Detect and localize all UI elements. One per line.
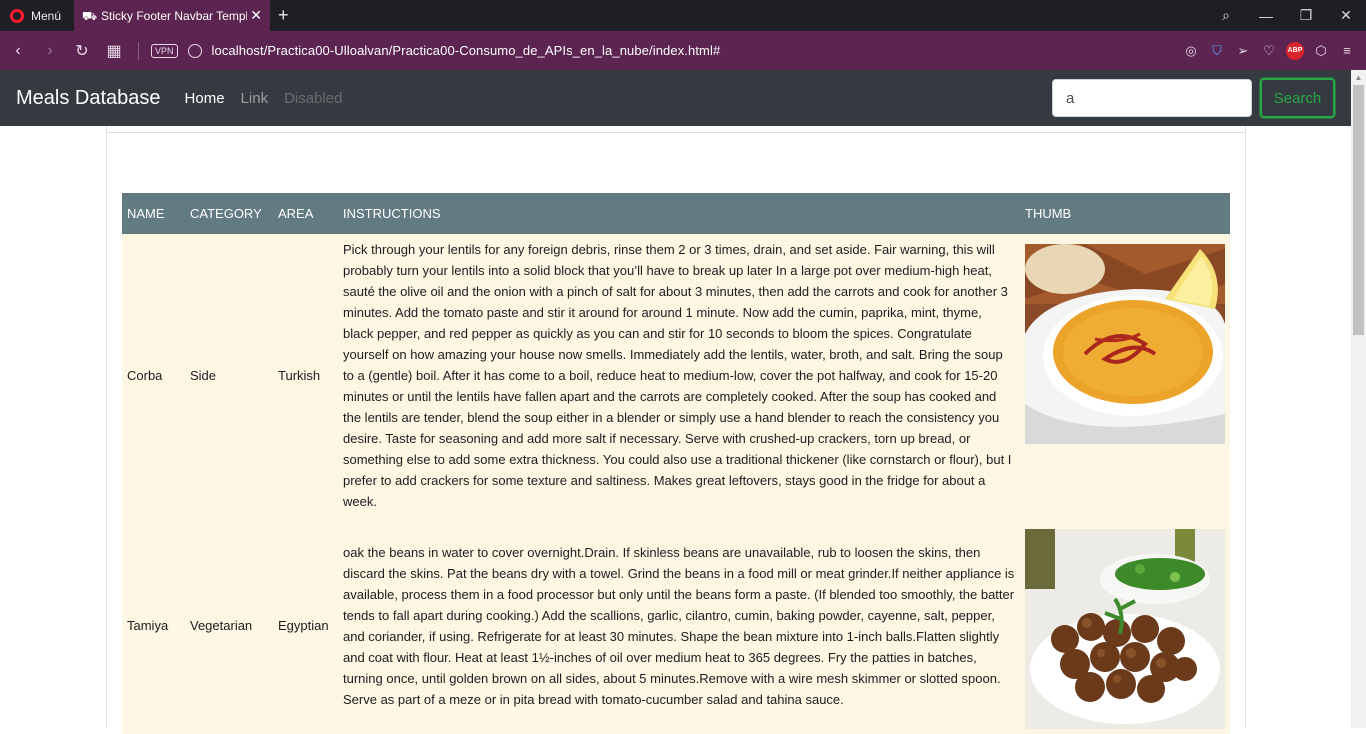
- table-row: Corba Side Turkish Pick through your len…: [122, 234, 1230, 517]
- tab-close-icon[interactable]: ✕: [250, 8, 262, 22]
- meal-instructions: oak the beans in water to cover overnigh…: [343, 544, 1015, 707]
- meal-thumb-cell: [1020, 517, 1230, 734]
- column-header-area: AREA: [273, 193, 338, 234]
- table-header-row: NAME CATEGORY AREA INSTRUCTIONS THUMB: [122, 193, 1230, 234]
- close-window-icon[interactable]: ✕: [1326, 7, 1366, 24]
- reload-icon[interactable]: ↻: [66, 41, 98, 61]
- vpn-badge[interactable]: VPN: [151, 43, 178, 58]
- nav-link-home[interactable]: Home: [185, 90, 225, 107]
- navbar-brand[interactable]: Meals Database: [16, 87, 161, 110]
- url-field[interactable]: localhost/Practica00-Ulloalvan/Practica0…: [212, 43, 721, 58]
- snapshot-icon[interactable]: ◎: [1178, 43, 1204, 59]
- window-controls: ⌕ — ❐ ✕: [1206, 0, 1366, 31]
- send-icon[interactable]: ➢: [1230, 43, 1256, 59]
- meals-table: NAME CATEGORY AREA INSTRUCTIONS THUMB Co…: [122, 193, 1230, 734]
- opera-logo-icon: [10, 8, 24, 23]
- browser-tab-strip: Menú ⛟ Sticky Footer Navbar Template ✕ +…: [0, 0, 1366, 31]
- divider: [107, 132, 1245, 133]
- meal-category: Side: [190, 368, 217, 383]
- meal-name: Tamiya: [127, 618, 169, 633]
- column-header-instructions: INSTRUCTIONS: [338, 193, 1020, 234]
- address-bar: ‹ › ↻ ▦ VPN localhost/Practica00-Ulloalv…: [0, 31, 1366, 70]
- tab-favicon-icon: ⛟: [82, 8, 98, 23]
- speed-dial-icon[interactable]: ▦: [98, 41, 130, 61]
- scrollbar-thumb[interactable]: [1353, 85, 1364, 335]
- restore-icon[interactable]: ❐: [1286, 7, 1326, 24]
- main-container: NAME CATEGORY AREA INSTRUCTIONS THUMB Co…: [106, 126, 1246, 734]
- minimize-icon[interactable]: —: [1246, 8, 1286, 24]
- new-tab-icon[interactable]: +: [278, 5, 289, 26]
- column-header-category: CATEGORY: [185, 193, 273, 234]
- nav-link-link[interactable]: Link: [241, 90, 269, 107]
- nav-link-disabled: Disabled: [284, 89, 343, 107]
- meal-category: Vegetarian: [190, 618, 253, 633]
- tracker-blocker-icon[interactable]: ⛉: [1204, 43, 1230, 59]
- site-navbar: Meals Database Home Link Disabled Search: [0, 70, 1351, 126]
- meal-name: Corba: [127, 368, 163, 383]
- adblock-plus-icon[interactable]: ABP: [1286, 41, 1304, 60]
- column-header-name: NAME: [122, 193, 185, 234]
- opera-menu-button[interactable]: Menú: [0, 0, 74, 31]
- browser-tab[interactable]: ⛟ Sticky Footer Navbar Template ✕: [74, 0, 270, 31]
- meal-instructions: Pick through your lentils for any foreig…: [343, 242, 1012, 509]
- meal-thumb-cell: [1020, 234, 1230, 517]
- table-row: Tamiya Vegetarian Egyptian oak the beans…: [122, 517, 1230, 734]
- search-tabs-icon[interactable]: ⌕: [1206, 7, 1246, 24]
- scroll-up-icon[interactable]: ▲: [1351, 70, 1366, 85]
- meal-thumbnail-falafel: [1025, 529, 1225, 729]
- separator: [138, 41, 139, 60]
- search-button[interactable]: Search: [1260, 78, 1335, 118]
- site-info-icon[interactable]: [187, 43, 202, 58]
- back-icon[interactable]: ‹: [2, 42, 34, 60]
- search-input[interactable]: [1052, 79, 1252, 117]
- easy-setup-icon[interactable]: ≡: [1334, 43, 1360, 58]
- page-scrollbar[interactable]: ▲: [1351, 70, 1366, 728]
- meal-area: Turkish: [278, 368, 321, 383]
- meal-thumbnail-soup: [1025, 244, 1225, 444]
- forward-icon[interactable]: ›: [34, 42, 66, 60]
- address-bar-tools: ◎ ⛉ ➢ ♡ ABP ⬡ ≡: [1178, 31, 1366, 70]
- menu-label: Menú: [31, 8, 62, 23]
- tab-title: Sticky Footer Navbar Template: [101, 8, 247, 23]
- extensions-cube-icon[interactable]: ⬡: [1308, 43, 1334, 59]
- bookmark-heart-icon[interactable]: ♡: [1256, 43, 1282, 59]
- meal-area: Egyptian: [278, 618, 329, 633]
- column-header-thumb: THUMB: [1020, 193, 1230, 234]
